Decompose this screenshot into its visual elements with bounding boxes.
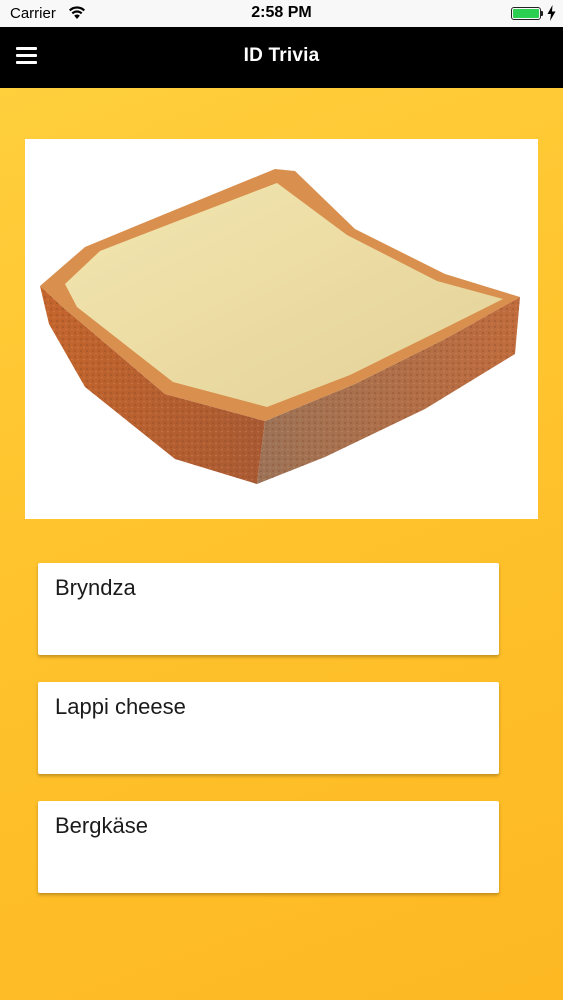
battery-cap [541, 11, 543, 16]
app-bar: ID Trivia [0, 27, 563, 88]
battery-icon [511, 7, 541, 20]
answer-option-1[interactable]: Bryndza [38, 563, 499, 655]
answer-option-label: Lappi cheese [55, 694, 186, 719]
answer-option-label: Bryndza [55, 575, 136, 600]
status-bar: Carrier 2:58 PM [0, 0, 563, 27]
answer-option-label: Bergkäse [55, 813, 148, 838]
answer-option-2[interactable]: Lappi cheese [38, 682, 499, 774]
answer-option-3[interactable]: Bergkäse [38, 801, 499, 893]
charging-bolt-icon [547, 5, 556, 21]
app-title: ID Trivia [243, 45, 320, 66]
cheese-wedge-photo [40, 169, 520, 484]
clock-time: 2:58 PM [251, 4, 312, 21]
question-image-card [25, 139, 538, 519]
battery-level [513, 9, 539, 18]
